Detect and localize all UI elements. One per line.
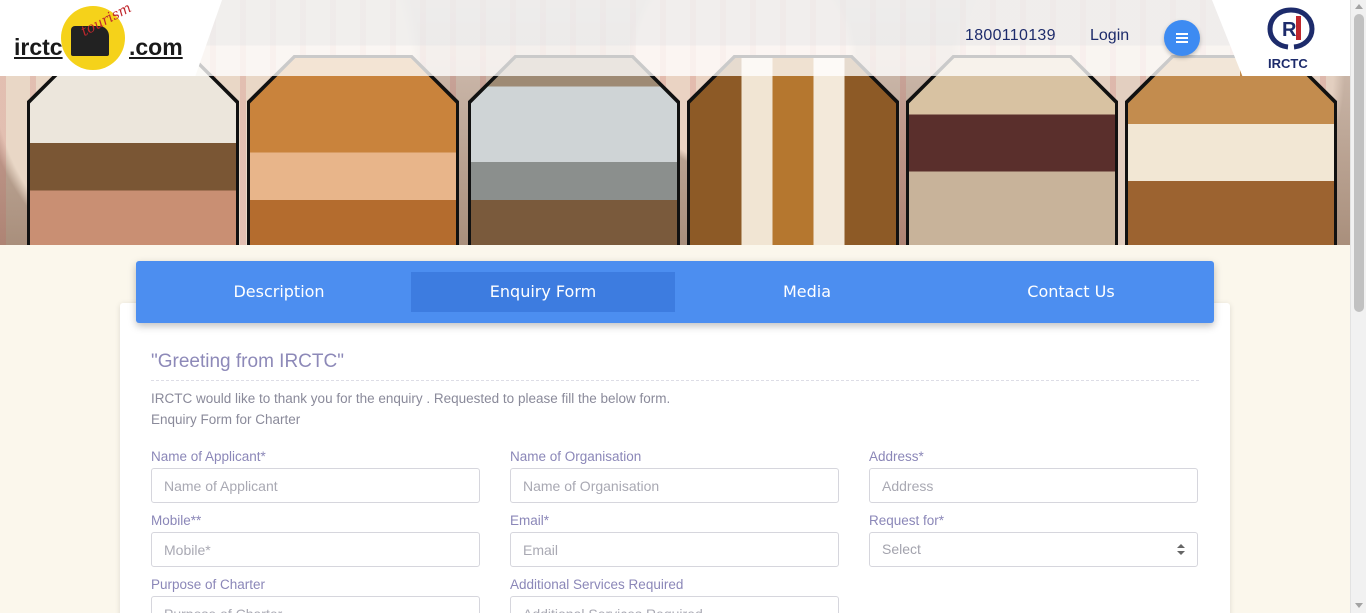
- address-input[interactable]: [869, 468, 1198, 503]
- select-arrows-icon: [1177, 544, 1185, 556]
- menu-button[interactable]: [1164, 20, 1200, 56]
- hex-photo-4: [687, 55, 899, 245]
- irctc-emblem-icon: R: [1267, 7, 1315, 50]
- helpline-number[interactable]: 1800110139: [965, 27, 1056, 45]
- svg-text:R: R: [1282, 19, 1297, 41]
- hex-photo-5: [906, 55, 1118, 245]
- logo-text-left[interactable]: irctc: [14, 34, 63, 61]
- scroll-up-icon[interactable]: [1355, 4, 1363, 9]
- purpose-label: Purpose of Charter: [151, 577, 266, 592]
- applicant-label: Name of Applicant*: [151, 449, 266, 464]
- organisation-input[interactable]: [510, 468, 839, 503]
- intro-text: IRCTC would like to thank you for the en…: [151, 391, 671, 406]
- logo-text-right[interactable]: .com: [129, 34, 183, 61]
- section-divider: [151, 380, 1199, 381]
- organisation-label: Name of Organisation: [510, 449, 642, 464]
- tab-media[interactable]: Media: [675, 272, 939, 312]
- scrollbar-thumb[interactable]: [1354, 14, 1364, 312]
- hex-photo-2: [247, 55, 459, 245]
- email-label: Email*: [510, 513, 550, 528]
- hex-photo-6: [1125, 55, 1337, 245]
- additional-services-input[interactable]: [510, 596, 839, 613]
- hex-photo-3: [468, 55, 680, 245]
- brand-label: IRCTC: [1268, 56, 1308, 71]
- tab-description[interactable]: Description: [147, 272, 411, 312]
- greeting-heading: "Greeting from IRCTC": [151, 351, 344, 372]
- site-logo[interactable]: irctc tourism .com: [0, 0, 222, 76]
- applicant-input[interactable]: [151, 468, 480, 503]
- login-link[interactable]: Login: [1090, 27, 1129, 45]
- tab-bar: Description Enquiry Form Media Contact U…: [136, 261, 1214, 323]
- form-subtitle: Enquiry Form for Charter: [151, 412, 301, 427]
- scroll-down-icon[interactable]: [1355, 603, 1363, 608]
- request-for-select[interactable]: Select: [869, 532, 1198, 567]
- request-for-label: Request for*: [869, 513, 945, 528]
- request-for-selected: Select: [882, 541, 921, 557]
- additional-services-label: Additional Services Required: [510, 577, 684, 592]
- email-input[interactable]: [510, 532, 839, 567]
- mobile-label: Mobile**: [151, 513, 202, 528]
- purpose-input[interactable]: [151, 596, 480, 613]
- top-bar: irctc tourism .com 1800110139 Login R IR…: [0, 0, 1350, 76]
- tab-contact-us[interactable]: Contact Us: [939, 272, 1203, 312]
- hex-photo-1: [27, 55, 239, 245]
- page-scrollbar[interactable]: [1350, 0, 1366, 613]
- address-label: Address*: [869, 449, 924, 464]
- mobile-input[interactable]: [151, 532, 480, 567]
- top-bar-strip: [190, 0, 1240, 76]
- tourism-badge-icon: tourism: [61, 0, 134, 70]
- tab-enquiry-form[interactable]: Enquiry Form: [411, 272, 675, 312]
